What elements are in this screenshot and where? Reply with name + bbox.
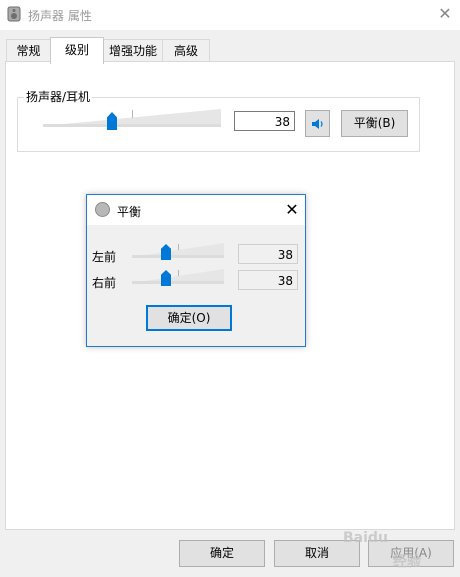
left-slider-tick xyxy=(178,244,179,250)
speaker-device-icon xyxy=(7,6,21,22)
right-slider-thumb[interactable] xyxy=(161,270,171,286)
right-front-label: 右前 xyxy=(92,276,117,290)
tab-general[interactable]: 常规 xyxy=(6,39,51,62)
right-front-value: 38 xyxy=(238,270,298,290)
tab-advanced[interactable]: 高级 xyxy=(162,39,210,62)
group-label: 扬声器/耳机 xyxy=(24,88,93,105)
dialog-close-button[interactable]: ✕ xyxy=(281,197,303,223)
dialog-title-bar: 平衡 ✕ xyxy=(87,195,305,225)
volume-value-field[interactable]: 38 xyxy=(234,111,295,131)
volume-slider-track xyxy=(43,124,221,127)
speaker-device-icon xyxy=(95,202,110,217)
mute-button[interactable] xyxy=(305,110,330,137)
right-slider-track xyxy=(132,281,224,284)
volume-slider-tick xyxy=(132,110,133,118)
tab-enhancements[interactable]: 增强功能 xyxy=(103,39,163,62)
ok-button[interactable]: 确定 xyxy=(179,540,265,567)
watermark-line2: 经验 xyxy=(393,554,421,570)
left-front-label: 左前 xyxy=(92,250,117,264)
left-slider-thumb[interactable] xyxy=(161,244,171,260)
balance-dialog: 平衡 ✕ 左前 38 右前 38 确定(O) xyxy=(86,194,306,347)
left-front-value: 38 xyxy=(238,244,298,264)
watermark-line1: Baidu xyxy=(343,530,388,546)
title-bar: 扬声器 属性 ✕ xyxy=(0,0,460,30)
speaker-icon xyxy=(312,119,323,129)
close-button[interactable]: ✕ xyxy=(430,0,460,30)
right-slider-tick xyxy=(178,270,179,276)
left-slider-track xyxy=(132,255,224,258)
tab-levels[interactable]: 级别 xyxy=(50,37,104,64)
baidu-watermark: Baidu 经验 xyxy=(343,526,455,574)
dialog-title: 平衡 xyxy=(117,205,142,219)
balance-button[interactable]: 平衡(B) xyxy=(341,110,408,137)
dialog-ok-button[interactable]: 确定(O) xyxy=(146,305,232,331)
window-title: 扬声器 属性 xyxy=(28,9,92,23)
